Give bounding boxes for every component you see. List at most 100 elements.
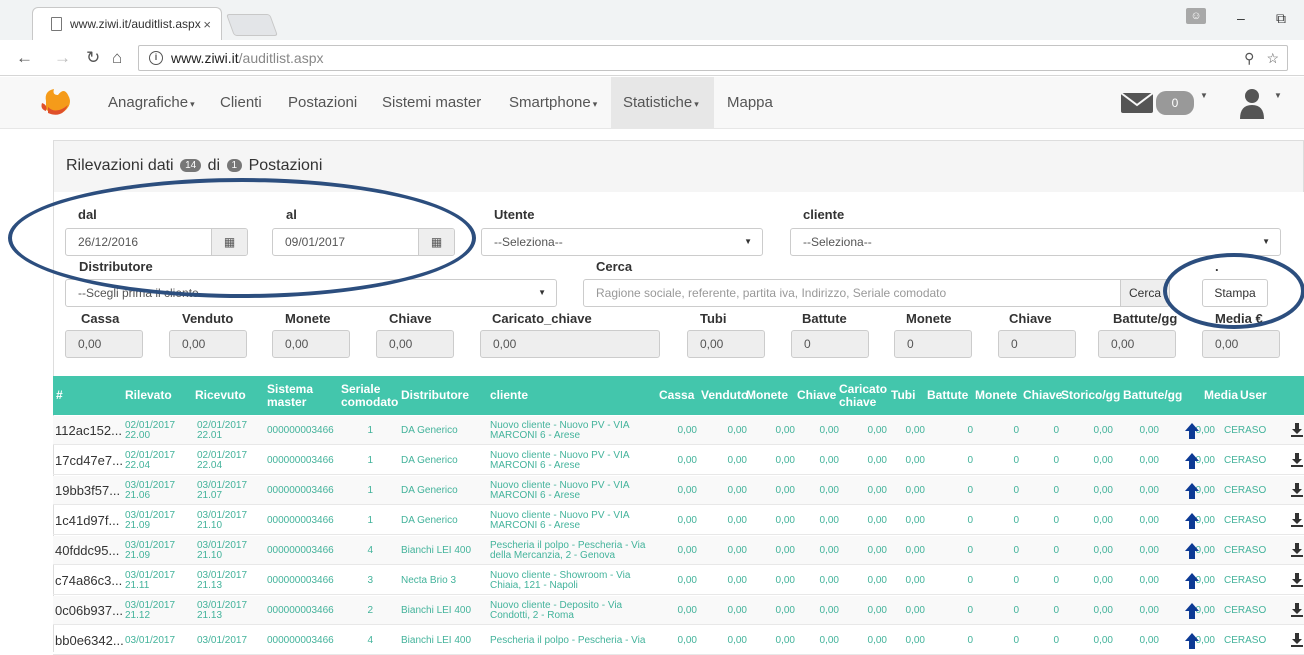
cell-chiave2: 0	[1053, 454, 1059, 466]
column-header[interactable]: Rilevato	[125, 376, 191, 415]
column-header[interactable]: Caricato chiave	[839, 376, 889, 415]
up-arrow-icon[interactable]	[1185, 483, 1199, 499]
table-row[interactable]: c74a86c3... 03/01/2017 21.11 03/01/2017 21…	[53, 566, 1304, 595]
column-header[interactable]: Seriale comodato	[341, 376, 399, 415]
browser-profile-icon[interactable]: ☺	[1186, 8, 1206, 24]
up-arrow-icon[interactable]	[1185, 633, 1199, 649]
column-header[interactable]: Venduto	[701, 376, 748, 415]
nav-item-statistiche[interactable]: Statistiche ▾	[611, 77, 714, 129]
download-icon[interactable]	[1291, 633, 1303, 647]
column-header[interactable]: Storico/gg	[1061, 376, 1123, 415]
cell-id[interactable]: 40fddc95...	[55, 536, 125, 565]
column-header[interactable]: Sistema master	[267, 376, 337, 415]
table-row[interactable]: 17cd47e7... 02/01/2017 22.04 02/01/2017 22…	[53, 446, 1304, 475]
chevron-down-icon[interactable]: ▼	[1274, 91, 1282, 100]
column-header[interactable]: Monete	[746, 376, 796, 415]
app-logo[interactable]	[38, 83, 76, 121]
up-arrow-icon[interactable]	[1185, 513, 1199, 529]
search-button[interactable]: Cerca	[1120, 279, 1170, 307]
total-value-field: 0,00	[480, 330, 660, 358]
cliente-select[interactable]: --Seleziona-- ▼	[790, 228, 1281, 256]
user-icon[interactable]	[1238, 87, 1266, 119]
cell-id[interactable]: 17cd47e7...	[55, 446, 125, 475]
al-date-input[interactable]: 09/01/2017 ▦	[272, 228, 455, 256]
home-icon[interactable]: ⌂	[112, 48, 122, 68]
column-header[interactable]: User	[1240, 376, 1280, 415]
browser-toolbar: ← → ↻ ⌂ i www.ziwi.it/auditlist.aspx ⚲ ☆	[0, 40, 1304, 76]
chevron-down-icon[interactable]: ▼	[1200, 91, 1208, 100]
distributore-select[interactable]: --Scegli prima il cliente-- ▼	[65, 279, 557, 307]
cell-monete2: 0	[1013, 424, 1019, 436]
cell-battute_gg: 0,00	[1139, 574, 1159, 586]
zoom-icon[interactable]: ⚲	[1244, 50, 1254, 67]
cell-seriale: 1	[367, 514, 373, 526]
forward-icon[interactable]: →	[54, 48, 71, 68]
column-header[interactable]: Cassa	[659, 376, 699, 415]
nav-item-smartphone[interactable]: Smartphone ▾	[497, 77, 609, 129]
column-header[interactable]: #	[56, 376, 116, 415]
reload-icon[interactable]: ↻	[86, 48, 100, 68]
table-row[interactable]: 40fddc95... 03/01/2017 21.09 03/01/2017 21…	[53, 536, 1304, 565]
stampa-button[interactable]: Stampa	[1202, 279, 1268, 307]
nav-item-anagrafiche[interactable]: Anagrafiche ▾	[96, 77, 207, 129]
cell-monete: 0,00	[775, 454, 795, 466]
cell-id[interactable]: bb0e6342...	[55, 626, 125, 655]
tab-close-icon[interactable]: ×	[203, 17, 211, 32]
up-arrow-icon[interactable]	[1185, 423, 1199, 439]
minimize-icon[interactable]: –	[1237, 10, 1245, 26]
cell-venduto: 0,00	[727, 514, 747, 526]
info-icon[interactable]: i	[149, 51, 163, 65]
restore-icon[interactable]: ⧉	[1276, 10, 1286, 27]
new-tab-button[interactable]	[225, 14, 279, 36]
nav-item-sistemi-master[interactable]: Sistemi master	[370, 77, 493, 129]
nav-item-clienti[interactable]: Clienti	[208, 77, 274, 129]
column-header[interactable]: Ricevuto	[195, 376, 263, 415]
back-icon[interactable]: ←	[16, 48, 33, 68]
mail-count-badge[interactable]: 0	[1156, 91, 1194, 115]
up-arrow-icon[interactable]	[1185, 573, 1199, 589]
cell-id[interactable]: c74a86c3...	[55, 566, 125, 595]
cell-id[interactable]: 0c06b937...	[55, 596, 125, 625]
cell-id[interactable]: 112ac152...	[55, 416, 125, 445]
download-icon[interactable]	[1291, 603, 1303, 617]
download-icon[interactable]	[1291, 483, 1303, 497]
mail-icon[interactable]	[1120, 92, 1154, 114]
table-row[interactable]: 1c41d97f... 03/01/2017 21.09 03/01/2017 21…	[53, 506, 1304, 535]
download-icon[interactable]	[1291, 543, 1303, 557]
download-icon[interactable]	[1291, 573, 1303, 587]
browser-tab[interactable]: www.ziwi.it/auditlist.aspx ×	[32, 7, 222, 40]
cell-cliente: Nuovo cliente - Nuovo PV - VIA MARCONI 6…	[490, 479, 629, 501]
column-header[interactable]: Monete	[975, 376, 1023, 415]
column-header[interactable]: Chiave	[797, 376, 839, 415]
download-icon[interactable]	[1291, 453, 1303, 467]
column-header[interactable]: Chiave	[1023, 376, 1062, 415]
up-arrow-icon[interactable]	[1185, 543, 1199, 559]
column-header[interactable]: cliente	[490, 376, 650, 415]
calendar-icon[interactable]: ▦	[211, 229, 247, 255]
up-arrow-icon[interactable]	[1185, 603, 1199, 619]
column-header[interactable]: Distributore	[401, 376, 487, 415]
search-input[interactable]: Ragione sociale, referente, partita iva,…	[583, 279, 1128, 307]
column-header[interactable]: Tubi	[891, 376, 925, 415]
column-header[interactable]: Media	[1204, 376, 1240, 415]
url-bar[interactable]: i www.ziwi.it/auditlist.aspx ⚲ ☆	[138, 45, 1288, 71]
cell-id[interactable]: 1c41d97f...	[55, 506, 125, 535]
bookmark-star-icon[interactable]: ☆	[1266, 50, 1279, 67]
table-row[interactable]: 112ac152... 02/01/2017 22.00 02/01/2017 22…	[53, 416, 1304, 445]
utente-select[interactable]: --Seleziona-- ▼	[481, 228, 763, 256]
column-header[interactable]: Battute	[927, 376, 975, 415]
column-header[interactable]: Battute/gg	[1123, 376, 1203, 415]
table-row[interactable]: 19bb3f57... 03/01/2017 21.06 03/01/2017 21…	[53, 476, 1304, 505]
download-icon[interactable]	[1291, 513, 1303, 527]
cell-id[interactable]: 19bb3f57...	[55, 476, 125, 505]
nav-item-mappa[interactable]: Mappa	[715, 77, 785, 129]
calendar-icon[interactable]: ▦	[418, 229, 454, 255]
nav-item-label: Anagrafiche	[108, 94, 189, 111]
dal-date-input[interactable]: 26/12/2016 ▦	[65, 228, 248, 256]
download-icon[interactable]	[1291, 423, 1303, 437]
nav-item-postazioni[interactable]: Postazioni	[276, 77, 369, 129]
up-arrow-icon[interactable]	[1185, 453, 1199, 469]
table-row[interactable]: 0c06b937... 03/01/2017 21.12 03/01/2017 21…	[53, 596, 1304, 625]
total-label: Tubi	[700, 311, 727, 326]
table-row[interactable]: bb0e6342... 03/01/2017 03/01/2017 000000003…	[53, 626, 1304, 655]
